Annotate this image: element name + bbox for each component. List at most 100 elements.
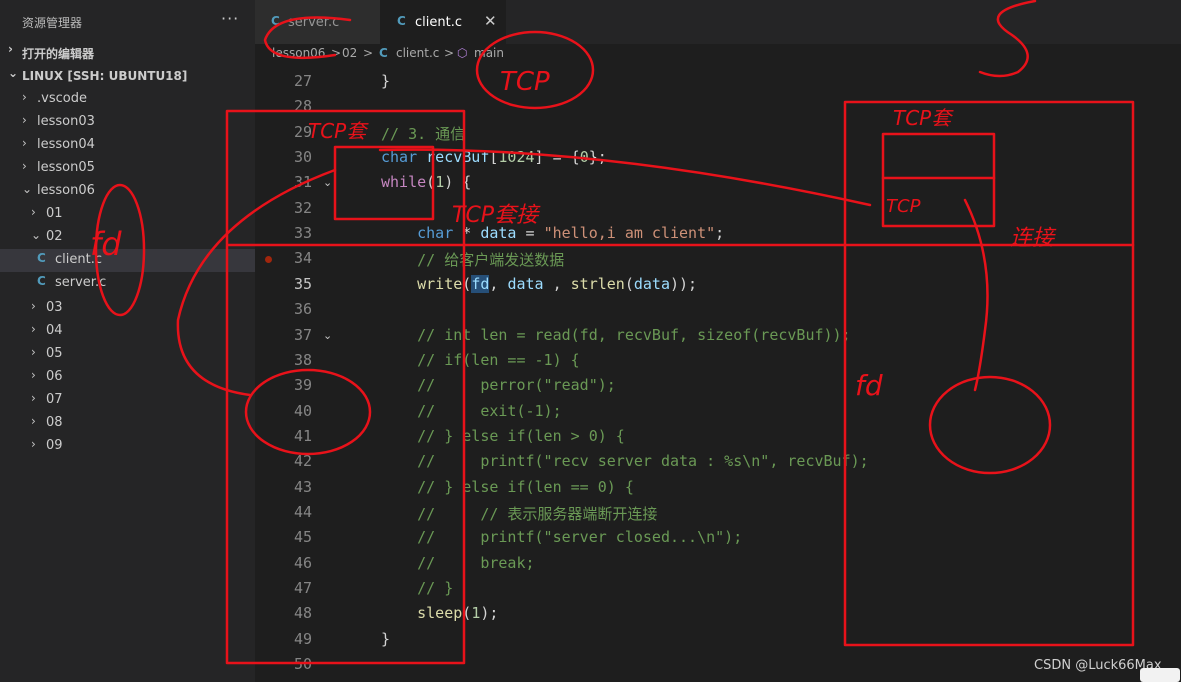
more-actions-icon[interactable]: ··· xyxy=(221,9,239,28)
tree-folder-09[interactable]: › 09 xyxy=(0,435,255,458)
code-line[interactable]: char * data = "hello,i am client"; xyxy=(381,224,724,242)
code-line[interactable]: // printf("server closed...\n"); xyxy=(381,528,742,546)
csdn-badge xyxy=(1140,668,1180,682)
code-line[interactable]: // int len = read(fd, recvBuf, sizeof(re… xyxy=(381,326,850,344)
breadcrumb: lesson06 > 02 > C client.c > ⬡ main xyxy=(255,44,1181,64)
breadcrumb-main[interactable]: main xyxy=(474,46,504,60)
tree-item-label: 01 xyxy=(46,206,63,221)
tree-file-server-c[interactable]: C server.c xyxy=(0,272,255,295)
code-line[interactable]: while(1) { xyxy=(381,173,471,191)
workspace-section[interactable]: ⌄ LINUX [SSH: UBUNTU18] xyxy=(0,66,255,88)
explorer-title: 资源管理器 xyxy=(22,16,83,30)
breadcrumb-separator: > xyxy=(444,46,455,60)
line-number: 50 xyxy=(293,655,312,673)
line-number: 40 xyxy=(293,402,312,420)
chevron-right-icon: › xyxy=(22,90,27,104)
code-line[interactable]: // 给客户端发送数据 xyxy=(381,249,564,270)
code-line[interactable]: char recvBuf[1024] = {0}; xyxy=(381,148,607,166)
line-number: 49 xyxy=(293,630,312,648)
tab-client-c[interactable]: C client.c ✕ xyxy=(380,0,506,44)
tree-folder-lesson06[interactable]: ⌄ lesson06 xyxy=(0,180,255,203)
tree-item-label: .vscode xyxy=(37,91,87,106)
line-number: 29 xyxy=(293,123,312,141)
breadcrumb-separator: > xyxy=(331,46,342,60)
line-number: 48 xyxy=(293,604,312,622)
workspace-label: LINUX [SSH: UBUNTU18] xyxy=(22,69,188,83)
tree-folder-02[interactable]: ⌄ 02 xyxy=(0,226,255,249)
line-number: 27 xyxy=(293,72,312,90)
chevron-right-icon: › xyxy=(31,205,36,219)
code-line[interactable]: // // 表示服务器端断开连接 xyxy=(381,503,657,524)
code-line[interactable]: // } xyxy=(381,579,453,597)
chevron-down-icon: ⌄ xyxy=(22,182,33,196)
code-line[interactable]: // } else if(len > 0) { xyxy=(381,427,625,445)
line-number: 37 xyxy=(293,326,312,344)
line-number: 35 xyxy=(293,275,312,293)
code-line[interactable]: // perror("read"); xyxy=(381,376,616,394)
line-number: 43 xyxy=(293,478,312,496)
tree-folder-vscode[interactable]: › .vscode xyxy=(0,88,255,111)
tree-folder-04[interactable]: › 04 xyxy=(0,320,255,343)
code-line[interactable]: // printf("recv server data : %s\n", rec… xyxy=(381,452,869,470)
fold-chevron-icon[interactable]: ⌄ xyxy=(323,176,332,189)
tree-item-label: lesson05 xyxy=(37,160,95,175)
code-line[interactable]: // } else if(len == 0) { xyxy=(381,478,634,496)
line-number: 45 xyxy=(293,528,312,546)
tree-folder-lesson03[interactable]: › lesson03 xyxy=(0,111,255,134)
code-line[interactable]: sleep(1); xyxy=(381,604,498,622)
line-number: 38 xyxy=(293,351,312,369)
code-editor[interactable]: 27 28 29 30 31 32 33 34 35 36 37 38 39 4… xyxy=(255,64,1181,682)
tree-item-label: 02 xyxy=(46,229,63,244)
tree-folder-05[interactable]: › 05 xyxy=(0,343,255,366)
open-editors-section[interactable]: › 打开的编辑器 xyxy=(0,42,255,64)
chevron-right-icon: › xyxy=(22,136,27,150)
line-number: 41 xyxy=(293,427,312,445)
c-file-icon: C xyxy=(271,14,280,28)
code-line[interactable]: // 3. 通信 xyxy=(381,123,465,144)
tree-item-label: server.c xyxy=(55,275,107,290)
c-file-icon: C xyxy=(397,14,406,28)
code-line[interactable]: // if(len == -1) { xyxy=(381,351,580,369)
breadcrumb-client-c[interactable]: client.c xyxy=(396,46,439,60)
tree-item-label: 04 xyxy=(46,323,63,338)
line-number: 31 xyxy=(293,173,312,191)
tree-folder-06[interactable]: › 06 xyxy=(0,366,255,389)
chevron-right-icon: › xyxy=(31,299,36,313)
line-number: 39 xyxy=(293,376,312,394)
tab-server-c[interactable]: C server.c xyxy=(255,0,380,44)
tree-folder-lesson05[interactable]: › lesson05 xyxy=(0,157,255,180)
tree-item-label: lesson03 xyxy=(37,114,95,129)
chevron-right-icon: › xyxy=(8,42,13,56)
breadcrumb-lesson06[interactable]: lesson06 xyxy=(272,46,325,60)
chevron-right-icon: › xyxy=(31,437,36,451)
tree-folder-08[interactable]: › 08 xyxy=(0,412,255,435)
code-line[interactable]: } xyxy=(381,630,390,648)
code-line[interactable]: write(fd, data , strlen(data)); xyxy=(381,275,697,293)
tree-item-label: 08 xyxy=(46,415,63,430)
tree-item-label: lesson06 xyxy=(37,183,95,198)
code-line[interactable]: // break; xyxy=(381,554,534,572)
tree-folder-07[interactable]: › 07 xyxy=(0,389,255,412)
chevron-right-icon: › xyxy=(22,159,27,173)
breadcrumb-separator: > xyxy=(363,46,374,60)
c-file-icon: C xyxy=(379,46,388,60)
tree-item-label: 09 xyxy=(46,438,63,453)
line-number: 34 xyxy=(293,249,312,267)
line-number: 33 xyxy=(293,224,312,242)
tab-label: client.c xyxy=(415,15,462,30)
close-icon[interactable]: ✕ xyxy=(484,12,497,30)
line-number: 42 xyxy=(293,452,312,470)
tree-item-label: 06 xyxy=(46,369,63,384)
breakpoint-icon[interactable] xyxy=(265,256,272,263)
tree-folder-lesson04[interactable]: › lesson04 xyxy=(0,134,255,157)
line-number: 28 xyxy=(293,97,312,115)
c-file-icon: C xyxy=(37,274,46,288)
breadcrumb-02[interactable]: 02 xyxy=(342,46,357,60)
tree-folder-03[interactable]: › 03 xyxy=(0,297,255,320)
code-line[interactable]: // exit(-1); xyxy=(381,402,562,420)
fold-chevron-icon[interactable]: ⌄ xyxy=(323,329,332,342)
tree-file-client-c[interactable]: C client.c xyxy=(0,249,255,272)
tree-folder-01[interactable]: › 01 xyxy=(0,203,255,226)
line-number: 47 xyxy=(293,579,312,597)
code-line[interactable]: } xyxy=(381,72,390,90)
